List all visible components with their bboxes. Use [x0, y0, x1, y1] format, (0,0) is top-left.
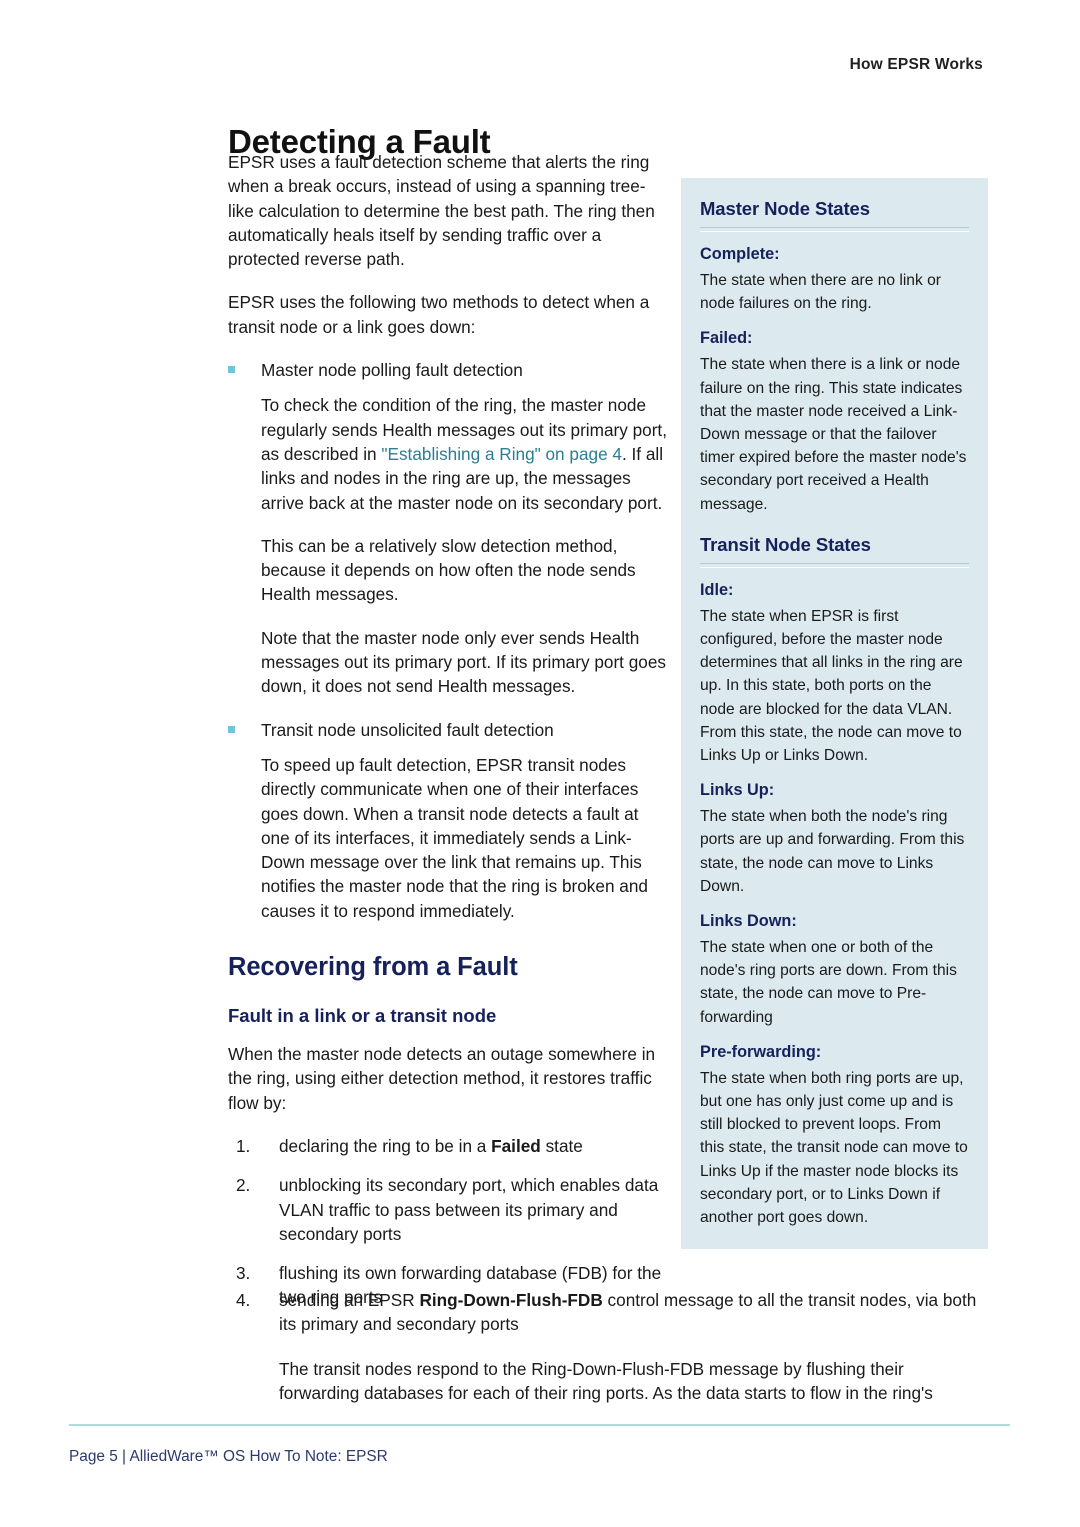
step-number: 2.: [236, 1175, 251, 1196]
recovery-steps-list: 1. declaring the ring to be in a Failed s…: [228, 1134, 668, 1310]
bullet-label: Transit node unsolicited fault detection: [261, 719, 554, 740]
running-header: How EPSR Works: [849, 56, 983, 73]
bullet-1-para-2: This can be a relatively slow detection …: [261, 535, 636, 605]
bullet-item-master-polling: Master node polling fault detection: [228, 358, 668, 382]
step-text-pre: unblocking its secondary port, which ena…: [279, 1175, 659, 1244]
intro-paragraph-2: EPSR uses the following two methods to d…: [228, 292, 650, 337]
step-number: 3.: [236, 1263, 251, 1284]
sidebar-term-label: Failed:: [700, 329, 753, 348]
sub-heading-fault-link-transit: Fault in a link or a transit node: [228, 1005, 497, 1027]
sidebar-term-definition: The state when there are no link or node…: [700, 272, 941, 313]
recovery-step-2: 2. unblocking its secondary port, which e…: [228, 1173, 668, 1246]
bullet-2-body: To speed up fault detection, EPSR transi…: [228, 753, 668, 923]
sidebar-term-label: Links Down:: [700, 912, 797, 931]
step-text-bold: Failed: [491, 1135, 541, 1156]
bullet-item-transit-unsolicited: Transit node unsolicited fault detection: [228, 718, 668, 742]
sidebar-term-label: Complete:: [700, 245, 780, 263]
recovering-lead-paragraph: When the master node detects an outage s…: [228, 1044, 656, 1113]
sidebar-section-spacer: [700, 516, 969, 530]
step-text-pre: declaring the ring to be in a: [279, 1135, 492, 1156]
bullet-1-para-3: Note that the master node only ever send…: [261, 627, 666, 697]
section-heading-recovering: Recovering from a Fault: [228, 953, 518, 982]
sidebar-term-label: Links Up:: [700, 781, 775, 800]
recovery-step-1: 1. declaring the ring to be in a Failed s…: [228, 1134, 668, 1158]
sidebar-term-definition: The state when one or both of the node's…: [700, 939, 957, 1026]
bullet-label: Master node polling fault detection: [261, 360, 523, 381]
bullet-marker-icon: [228, 725, 235, 733]
bullet-marker-icon: [228, 366, 235, 374]
step-number: 1.: [236, 1135, 251, 1156]
sidebar-term-definition: The state when EPSR is first configured,…: [700, 607, 963, 765]
step-text-post: state: [540, 1135, 583, 1156]
sidebar-term-links-up: Links Up: The state when both the node's…: [700, 781, 969, 898]
sidebar-term-definition: The state when both ring ports are up, b…: [700, 1069, 968, 1227]
sidebar-term-label: Idle:: [700, 580, 734, 599]
node-states-sidebar: Master Node States Complete: The state w…: [681, 178, 988, 1250]
footer-text: Page 5 | AlliedWare™ OS How To Note: EPS…: [69, 1448, 388, 1465]
sidebar-heading-transit-node-states: Transit Node States: [700, 533, 871, 555]
sidebar-term-definition: The state when both the node's ring port…: [700, 808, 965, 895]
recovery-step-4: 4. sending an EPSR Ring-Down-Flush-FDB co…: [228, 1288, 988, 1337]
intro-paragraph-1: EPSR uses a fault detection scheme that …: [228, 152, 655, 270]
footer-divider: [69, 1424, 1010, 1426]
sidebar-term-definition: The state when there is a link or node f…: [700, 356, 967, 513]
step-text-bold: Ring-Down-Flush-FDB: [419, 1290, 603, 1310]
sidebar-term-links-down: Links Down: The state when one or both o…: [700, 912, 969, 1029]
recovery-steps-list-wide: 4. sending an EPSR Ring-Down-Flush-FDB co…: [228, 1288, 988, 1337]
bullet-1-body: To check the condition of the ring, the …: [228, 393, 668, 698]
cross-reference-link-establishing-a-ring[interactable]: "Establishing a Ring" on page 4: [381, 444, 622, 464]
sidebar-term-failed: Failed: The state when there is a link o…: [700, 329, 969, 515]
main-content-column: EPSR uses a fault detection scheme that …: [228, 150, 668, 1325]
bullet-2-para-1: To speed up fault detection, EPSR transi…: [261, 754, 648, 921]
document-page: How EPSR Works Detecting a Fault EPSR us…: [0, 0, 1080, 1527]
sidebar-term-idle: Idle: The state when EPSR is first confi…: [700, 581, 969, 767]
bullet-1-para-1: To check the condition of the ring, the …: [261, 393, 668, 514]
sidebar-term-complete: Complete: The state when there are no li…: [700, 245, 969, 315]
sidebar-term-label: Pre-forwarding:: [700, 1042, 822, 1061]
sidebar-heading-rule: [700, 227, 969, 232]
sidebar-term-pre-forwarding: Pre-forwarding: The state when both ring…: [700, 1043, 969, 1229]
recovery-step-4-follow-paragraph: The transit nodes respond to the Ring-Do…: [279, 1358, 933, 1403]
recovery-step-4-block: 4. sending an EPSR Ring-Down-Flush-FDB co…: [228, 1288, 988, 1405]
step-number: 4.: [236, 1290, 251, 1310]
step-text-pre: sending an EPSR: [279, 1290, 420, 1310]
sidebar-heading-master-node-states: Master Node States: [700, 198, 870, 219]
sidebar-heading-rule: [700, 562, 969, 568]
